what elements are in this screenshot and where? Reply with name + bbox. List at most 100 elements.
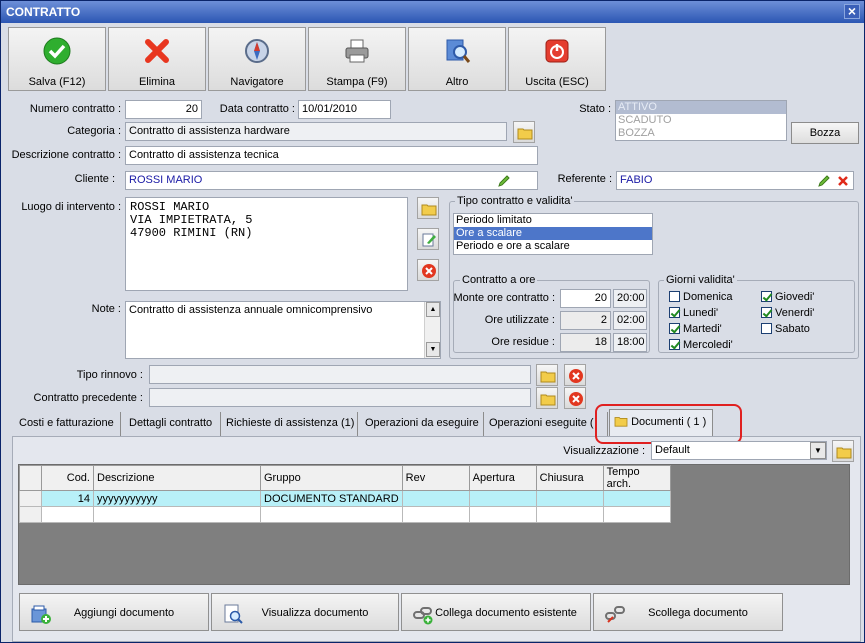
table-row[interactable]: 14 yyyyyyyyyyy DOCUMENTO STANDARD xyxy=(19,490,671,507)
checkbox-domenica[interactable]: Domenica xyxy=(669,291,733,303)
descrizione-field[interactable]: Contratto di assistenza tecnica xyxy=(125,146,538,165)
column-header[interactable]: Chiusura xyxy=(535,465,604,491)
categoria-field[interactable]: Contratto di assistenza hardware xyxy=(125,122,507,141)
tipo-rinnovo-field[interactable] xyxy=(149,365,531,384)
note-label: Note : xyxy=(91,303,121,315)
table-cell xyxy=(93,506,261,523)
tipo-rinnovo-clear-button[interactable] xyxy=(564,364,586,386)
contratto-precedente-field[interactable] xyxy=(149,388,531,407)
checkbox-label: Sabato xyxy=(775,323,810,335)
stampa-button[interactable]: Stampa (F9) xyxy=(308,27,406,91)
search-icon xyxy=(446,39,471,63)
remove-icon xyxy=(569,392,583,406)
uscita-button[interactable]: Uscita (ESC) xyxy=(508,27,606,91)
visualizza-documento-button[interactable]: Visualizza documento xyxy=(211,593,399,631)
contratto-precedente-clear-button[interactable] xyxy=(564,387,586,409)
scroll-down-arrow[interactable]: ▼ xyxy=(426,342,440,357)
elimina-label: Elimina xyxy=(138,76,176,88)
checkbox-box[interactable] xyxy=(761,291,772,302)
collega-documento-button[interactable]: Collega documento esistente xyxy=(401,593,591,631)
note-value: Contratto di assistenza annuale omnicomp… xyxy=(129,304,373,316)
tipo-contratto-option[interactable]: Periodo limitato xyxy=(454,214,652,227)
tipo-contratto-option[interactable]: Ore a scalare xyxy=(454,227,652,240)
contratto-precedente-browse-button[interactable] xyxy=(536,387,558,409)
edit-pencil-icon[interactable] xyxy=(497,174,511,188)
tab-dettagli-contratto[interactable]: Dettagli contratto xyxy=(125,412,221,436)
salva-button[interactable]: Salva (F12) xyxy=(8,27,106,91)
checkbox-giovedi[interactable]: Giovedi' xyxy=(761,291,814,303)
uscita-label: Uscita (ESC) xyxy=(525,76,589,88)
checkbox-venerdi[interactable]: Venerdi' xyxy=(761,307,814,319)
stato-listbox[interactable]: ATTIVO SCADUTO BOZZA xyxy=(615,100,787,141)
chevron-down-icon[interactable]: ▼ xyxy=(810,442,826,459)
stato-option[interactable]: ATTIVO xyxy=(616,101,786,114)
aggiungi-documento-button[interactable]: Aggiungi documento xyxy=(19,593,209,631)
scroll-up-arrow[interactable]: ▲ xyxy=(426,302,440,317)
note-scrollbar[interactable]: ▲ ▼ xyxy=(424,302,440,358)
table-cell xyxy=(19,506,42,523)
checkbox-box[interactable] xyxy=(669,323,680,334)
callout-highlight xyxy=(595,404,742,444)
checkbox-box[interactable] xyxy=(761,307,772,318)
tipo-contratto-listbox[interactable]: Periodo limitato Ore a scalare Periodo e… xyxy=(453,213,653,255)
tab-operazioni-eseguite[interactable]: Operazioni eseguite ( xyxy=(485,412,608,436)
navigatore-button[interactable]: Navigatore xyxy=(208,27,306,91)
stato-option[interactable]: SCADUTO xyxy=(616,114,786,127)
monte-ore-time: 20:00 xyxy=(613,289,647,308)
scollega-documento-label: Scollega documento xyxy=(648,607,748,619)
scollega-documento-button[interactable]: Scollega documento xyxy=(593,593,783,631)
altro-button[interactable]: Altro xyxy=(408,27,506,91)
column-header[interactable]: Cod. xyxy=(41,465,94,491)
edit-pencil-icon[interactable] xyxy=(817,174,831,188)
table-cell xyxy=(535,506,604,523)
remove-icon xyxy=(569,369,583,383)
checkbox-lunedi[interactable]: Lunedi' xyxy=(669,307,718,319)
tab-richieste-assistenza[interactable]: Richieste di assistenza (1) xyxy=(222,412,358,436)
clear-x-icon[interactable] xyxy=(837,175,849,187)
luogo-browse-button[interactable] xyxy=(417,197,439,219)
note-textarea[interactable]: Contratto di assistenza annuale omnicomp… xyxy=(125,301,441,359)
bozza-button[interactable]: Bozza xyxy=(791,122,859,144)
referente-label: Referente : xyxy=(557,173,612,185)
visualizzazione-select[interactable]: Default xyxy=(651,441,827,460)
close-window-button[interactable]: × xyxy=(844,4,860,19)
checkbox-box[interactable] xyxy=(669,339,680,350)
visualizzazione-browse-button[interactable] xyxy=(832,440,854,462)
column-header[interactable] xyxy=(19,465,42,491)
tipo-contratto-title: Tipo contratto e validita' xyxy=(455,195,575,207)
documenti-grid-area: Cod. Descrizione Gruppo Rev Apertura Chi… xyxy=(18,464,850,585)
table-cell xyxy=(468,506,537,523)
categoria-label: Categoria : xyxy=(67,125,121,137)
column-header[interactable]: Apertura xyxy=(468,465,537,491)
tab-costi-fatturazione[interactable]: Costi e fatturazione xyxy=(15,412,121,436)
elimina-button[interactable]: Elimina xyxy=(108,27,206,91)
tab-operazioni-da-eseguire[interactable]: Operazioni da eseguire xyxy=(361,412,484,436)
checkbox-box[interactable] xyxy=(669,307,680,318)
checkbox-mercoledi[interactable]: Mercoledi' xyxy=(669,339,733,351)
luogo-edit-button[interactable] xyxy=(417,228,439,250)
column-header[interactable]: Tempo arch. xyxy=(602,465,671,491)
tipo-rinnovo-browse-button[interactable] xyxy=(536,364,558,386)
checkbox-sabato[interactable]: Sabato xyxy=(761,323,810,335)
window-titlebar: CONTRATTO × xyxy=(1,1,864,23)
cliente-field[interactable]: ROSSI MARIO xyxy=(125,171,538,190)
folder-icon xyxy=(421,204,437,216)
ore-residue-time: 18:00 xyxy=(613,333,647,352)
table-cell xyxy=(468,490,537,507)
categoria-browse-button[interactable] xyxy=(513,121,535,143)
luogo-clear-button[interactable] xyxy=(417,259,439,281)
table-row[interactable] xyxy=(19,506,671,523)
tipo-contratto-option[interactable]: Periodo e ore a scalare xyxy=(454,240,652,253)
column-header[interactable]: Gruppo xyxy=(260,465,403,491)
column-header[interactable]: Rev xyxy=(401,465,470,491)
column-header[interactable]: Descrizione xyxy=(93,465,261,491)
luogo-textarea[interactable]: ROSSI MARIO VIA IMPIETRATA, 5 47900 RIMI… xyxy=(125,197,408,291)
data-contratto-field[interactable]: 10/01/2010 xyxy=(298,100,391,119)
checkbox-box[interactable] xyxy=(669,291,680,302)
stato-option[interactable]: BOZZA xyxy=(616,127,786,140)
monte-ore-field[interactable]: 20 xyxy=(560,289,611,308)
cliente-value: ROSSI MARIO xyxy=(129,174,203,186)
numero-contratto-field[interactable]: 20 xyxy=(125,100,202,119)
checkbox-box[interactable] xyxy=(761,323,772,334)
checkbox-martedi[interactable]: Martedi' xyxy=(669,323,722,335)
